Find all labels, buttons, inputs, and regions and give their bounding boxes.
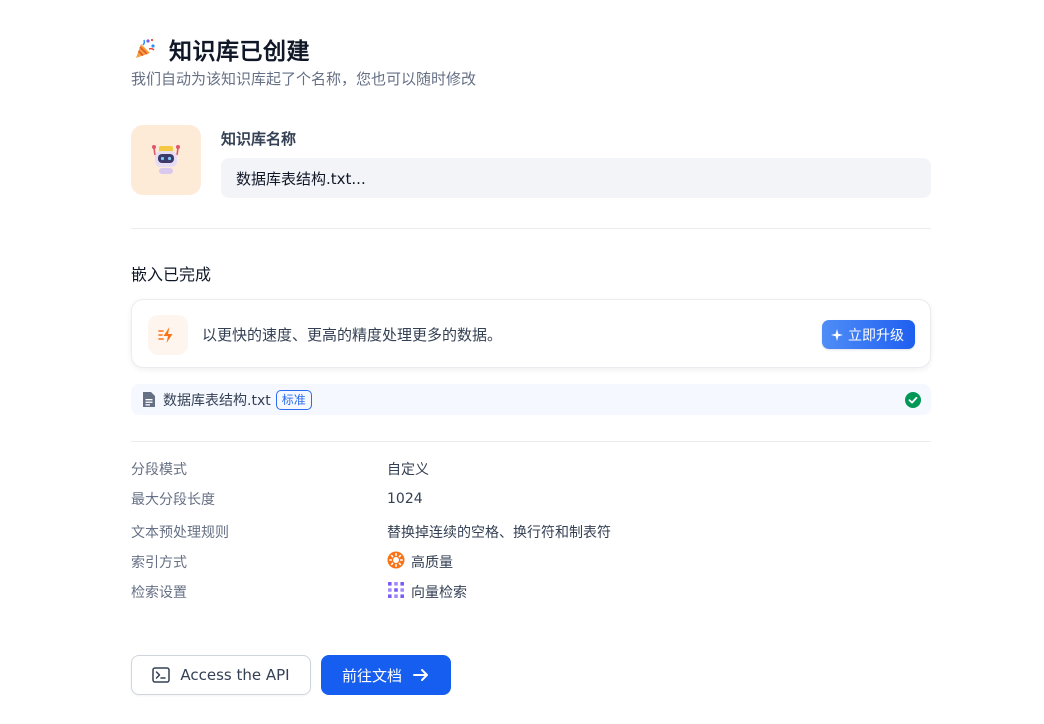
setting-row: 检索设置 向量检索 [131, 580, 931, 604]
knowledge-name-label: 知识库名称 [221, 130, 297, 148]
setting-row: 最大分段长度 1024 [131, 487, 931, 511]
file-mode-badge: 标准 [275, 389, 312, 410]
arrow-right-icon [413, 669, 428, 681]
setting-row: 文本预处理规则 替换掉连续的空格、换行符和制表符 [131, 520, 931, 544]
knowledge-created-page: 知识库已创建 我们自动为该知识库起了个名称，您也可以随时修改 知识库名称 数据库… [0, 0, 1044, 724]
file-list-item[interactable]: 数据库表结构.txt 标准 [131, 384, 931, 415]
access-api-label: Access the API [180, 666, 290, 684]
section-divider [131, 441, 931, 442]
terminal-icon [152, 667, 171, 683]
setting-value-text: 向量检索 [411, 585, 467, 601]
setting-value-text: 1024 [387, 491, 423, 507]
file-name: 数据库表结构.txt [163, 392, 271, 409]
robot-icon [152, 145, 180, 174]
setting-value-text: 自定义 [387, 462, 429, 478]
setting-value: 高质量 [387, 551, 453, 573]
go-to-docs-label: 前往文档 [341, 666, 402, 685]
setting-row: 分段模式 自定义 [131, 457, 931, 481]
document-icon [141, 391, 157, 409]
page-title: 知识库已创建 [169, 39, 310, 65]
upgrade-description: 以更快的速度、更高的精度处理更多的数据。 [202, 326, 503, 344]
upgrade-button-label: 立即升级 [848, 327, 904, 344]
setting-key: 文本预处理规则 [131, 525, 229, 541]
upgrade-card: 以更快的速度、更高的精度处理更多的数据。 立即升级 [131, 299, 931, 368]
setting-row: 索引方式 高质量 [131, 550, 931, 574]
setting-key: 最大分段长度 [131, 492, 215, 508]
check-circle-icon [905, 391, 921, 408]
setting-value-text: 高质量 [411, 555, 453, 571]
high-quality-icon [387, 551, 405, 573]
go-to-docs-button[interactable]: 前往文档 [321, 655, 451, 695]
setting-key: 检索设置 [131, 585, 187, 601]
setting-value: 向量检索 [387, 581, 467, 603]
sparkle-icon [831, 328, 843, 341]
setting-value: 1024 [387, 491, 423, 507]
setting-value: 替换掉连续的空格、换行符和制表符 [387, 522, 611, 542]
vector-search-icon [387, 581, 405, 603]
setting-key: 分段模式 [131, 462, 187, 478]
knowledge-name-input[interactable]: 数据库表结构.txt... [221, 158, 931, 198]
knowledge-avatar[interactable] [131, 125, 201, 195]
setting-value: 自定义 [387, 459, 429, 479]
party-popper-icon [131, 35, 159, 63]
section-divider [131, 228, 931, 229]
embedding-status-title: 嵌入已完成 [131, 265, 212, 284]
access-api-button[interactable]: Access the API [131, 655, 311, 695]
page-header: 知识库已创建 [131, 32, 931, 66]
setting-key: 索引方式 [131, 555, 187, 571]
lightning-icon [148, 315, 188, 355]
setting-value-text: 替换掉连续的空格、换行符和制表符 [387, 525, 611, 541]
page-subtitle: 我们自动为该知识库起了个名称，您也可以随时修改 [131, 70, 477, 88]
upgrade-button[interactable]: 立即升级 [822, 320, 915, 349]
